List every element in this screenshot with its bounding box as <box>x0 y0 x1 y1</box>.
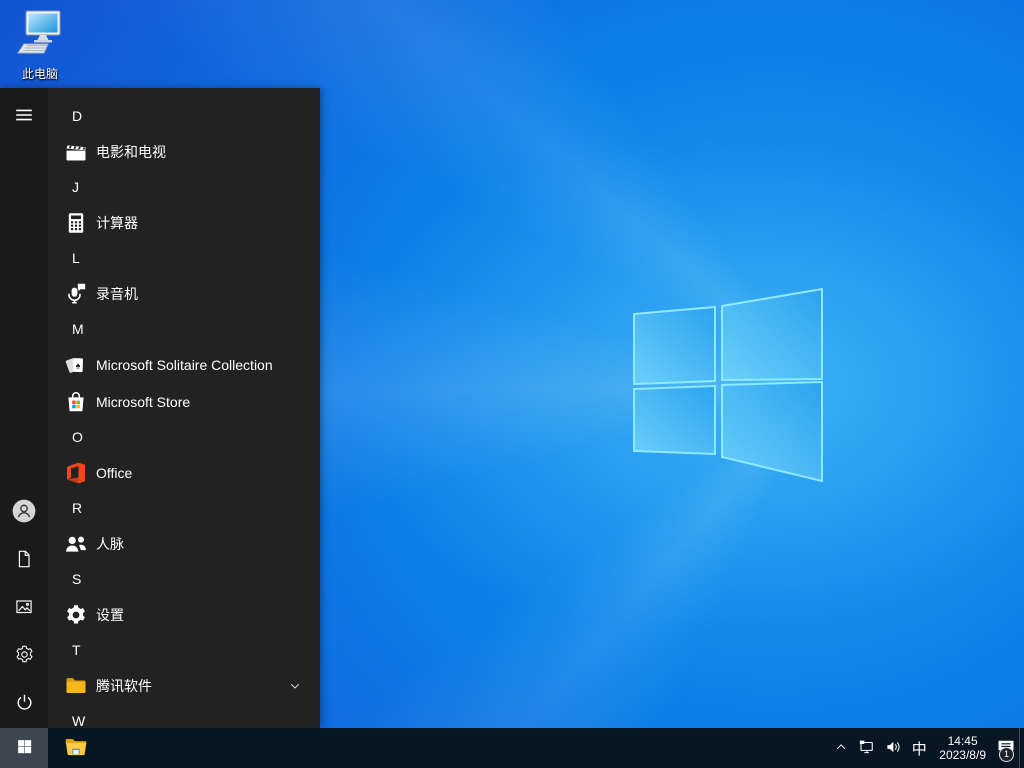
speaker-icon <box>884 738 902 759</box>
ime-indicator[interactable]: 中 <box>906 728 932 768</box>
app-list-item[interactable]: Microsoft Store <box>48 383 320 420</box>
windows-flag-icon <box>16 738 33 758</box>
start-app-list: D 电影和电视 J 计算器 L 录音机 M ♠ Microsoft Solitaire Coll… <box>48 88 320 728</box>
taskbar-clock[interactable]: 14:45 2023/8/9 <box>932 728 993 768</box>
menu-icon <box>13 104 35 129</box>
system-tray: 中 14:45 2023/8/9 1 <box>828 728 1024 768</box>
app-list-item[interactable]: 电影和电视 <box>48 133 320 170</box>
volume-button[interactable] <box>880 728 906 768</box>
chevron-down-icon <box>288 679 302 693</box>
taskbar: 中 14:45 2023/8/9 1 <box>0 728 1024 768</box>
app-section-header[interactable]: M <box>48 312 320 346</box>
network-button[interactable] <box>854 728 880 768</box>
hidden-icons-button[interactable] <box>828 728 854 768</box>
action-center-button[interactable]: 1 <box>993 728 1019 768</box>
file-explorer-button[interactable] <box>54 728 98 768</box>
app-section-header[interactable]: O <box>48 420 320 454</box>
user-icon <box>11 498 37 527</box>
app-section-header[interactable]: T <box>48 633 320 667</box>
app-label: Microsoft Solitaire Collection <box>96 356 273 373</box>
app-list-item[interactable]: ♠ Microsoft Solitaire Collection <box>48 346 320 383</box>
time-text: 14:45 <box>947 734 978 748</box>
expand-menu-button[interactable] <box>0 92 48 140</box>
app-section-header[interactable]: W <box>48 704 320 728</box>
app-section-header[interactable]: D <box>48 99 320 133</box>
documents-button[interactable] <box>0 536 48 584</box>
office-icon <box>64 461 88 485</box>
store-icon <box>64 390 88 414</box>
app-label: 电影和电视 <box>96 143 166 160</box>
start-menu: D 电影和电视 J 计算器 L 录音机 M ♠ Microsoft Solitaire Coll… <box>0 88 320 728</box>
app-list-item[interactable]: 腾讯软件 <box>48 667 320 704</box>
app-section-header[interactable]: R <box>48 491 320 525</box>
settings-button[interactable] <box>0 632 48 680</box>
app-label: 录音机 <box>96 285 138 302</box>
app-list-item[interactable]: 人脉 <box>48 525 320 562</box>
chevron-up-icon <box>834 740 848 757</box>
app-label: 设置 <box>96 606 124 623</box>
app-label: 计算器 <box>96 214 138 231</box>
calculator-icon <box>64 211 88 235</box>
app-section-header[interactable]: J <box>48 170 320 204</box>
desktop: 此电脑 D 电影和电视 J 计算器 L 录音机 M ♠ Microsoft Solitaire … <box>0 0 1024 768</box>
app-label: 腾讯软件 <box>96 677 152 694</box>
date-text: 2023/8/9 <box>939 748 986 762</box>
app-list-item[interactable]: 录音机 <box>48 275 320 312</box>
solitaire-icon: ♠ <box>64 353 88 377</box>
file-explorer-icon <box>63 734 89 763</box>
app-list-item[interactable]: Office <box>48 454 320 491</box>
people-icon <box>64 532 88 556</box>
app-label: Microsoft Store <box>96 393 191 410</box>
pictures-icon <box>14 597 34 620</box>
ethernet-network-icon <box>858 738 876 759</box>
power-button[interactable] <box>0 680 48 728</box>
start-button[interactable] <box>0 728 48 768</box>
this-pc-icon <box>14 10 66 62</box>
app-label: Office <box>96 464 133 481</box>
this-pc-label: 此电脑 <box>21 67 58 81</box>
app-list-item[interactable]: 计算器 <box>48 204 320 241</box>
voice-recorder-icon <box>64 282 88 306</box>
pictures-button[interactable] <box>0 584 48 632</box>
notification-badge: 1 <box>999 747 1014 762</box>
gear-outline-icon <box>14 644 35 668</box>
document-icon <box>14 549 34 572</box>
app-list-item[interactable]: 设置 <box>48 596 320 633</box>
folder-icon <box>64 674 88 698</box>
app-section-header[interactable]: S <box>48 562 320 596</box>
desktop-icon-this-pc[interactable]: 此电脑 <box>8 8 72 82</box>
svg-text:♠: ♠ <box>76 360 81 370</box>
movies-tv-icon <box>64 140 88 164</box>
show-desktop-button[interactable] <box>1019 728 1024 768</box>
app-section-header[interactable]: L <box>48 241 320 275</box>
user-account-button[interactable] <box>0 488 48 536</box>
app-label: 人脉 <box>96 535 124 552</box>
start-menu-rail <box>0 88 48 728</box>
power-icon <box>14 692 35 716</box>
gear-filled-icon <box>64 603 88 627</box>
